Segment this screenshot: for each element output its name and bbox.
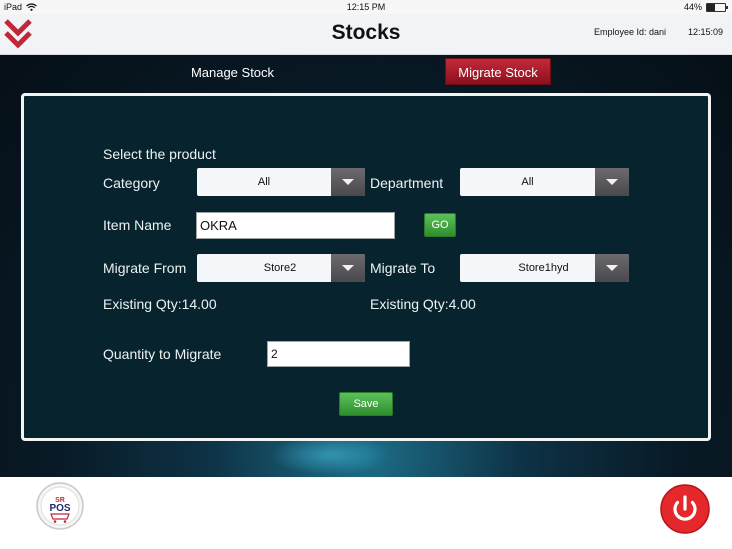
- from-existing-qty: Existing Qty:14.00: [103, 296, 217, 312]
- migrate-to-label: Migrate To: [370, 260, 436, 276]
- save-button[interactable]: Save: [339, 392, 393, 416]
- battery-icon: [706, 2, 728, 12]
- migrate-to-select[interactable]: Store1hyd: [460, 254, 629, 282]
- svg-text:POS: POS: [49, 503, 70, 514]
- chevron-down-icon[interactable]: [331, 168, 365, 196]
- status-time: 12:15 PM: [346, 2, 386, 12]
- quantity-label: Quantity to Migrate: [103, 346, 222, 362]
- migrate-from-select[interactable]: Store2: [197, 254, 365, 282]
- footer-bar: SR POS: [0, 477, 732, 549]
- department-select[interactable]: All: [460, 168, 629, 196]
- go-button[interactable]: GO: [424, 213, 456, 237]
- battery-percent: 44%: [683, 2, 702, 12]
- status-bar: iPad 12:15 PM 44%: [0, 0, 732, 14]
- category-value: All: [257, 176, 271, 188]
- tab-migrate-stock[interactable]: Migrate Stock: [445, 58, 551, 85]
- header-clock: 12:15:09: [688, 27, 724, 37]
- department-value: All: [521, 176, 534, 188]
- chevron-down-icon[interactable]: [595, 254, 629, 282]
- tab-manage-stock[interactable]: Manage Stock: [175, 62, 290, 84]
- department-label: Department: [370, 175, 444, 191]
- header-bar: Stocks Employee Id: dani 12:15:09: [0, 14, 732, 55]
- background-glow: [270, 435, 390, 475]
- item-name-input[interactable]: [196, 212, 395, 239]
- to-existing-qty: Existing Qty:4.00: [370, 296, 476, 312]
- item-name-label: Item Name: [103, 217, 172, 233]
- category-label: Category: [103, 175, 160, 191]
- migrate-from-label: Migrate From: [103, 260, 187, 276]
- app-logo: SR POS: [36, 482, 84, 530]
- select-product-heading: Select the product: [103, 146, 216, 162]
- quantity-input[interactable]: [267, 341, 410, 367]
- category-select[interactable]: All: [197, 168, 365, 196]
- chevron-down-icon[interactable]: [595, 168, 629, 196]
- employee-id: Employee Id: dani: [594, 27, 667, 37]
- chevron-down-icon[interactable]: [331, 254, 365, 282]
- power-icon[interactable]: [660, 484, 710, 534]
